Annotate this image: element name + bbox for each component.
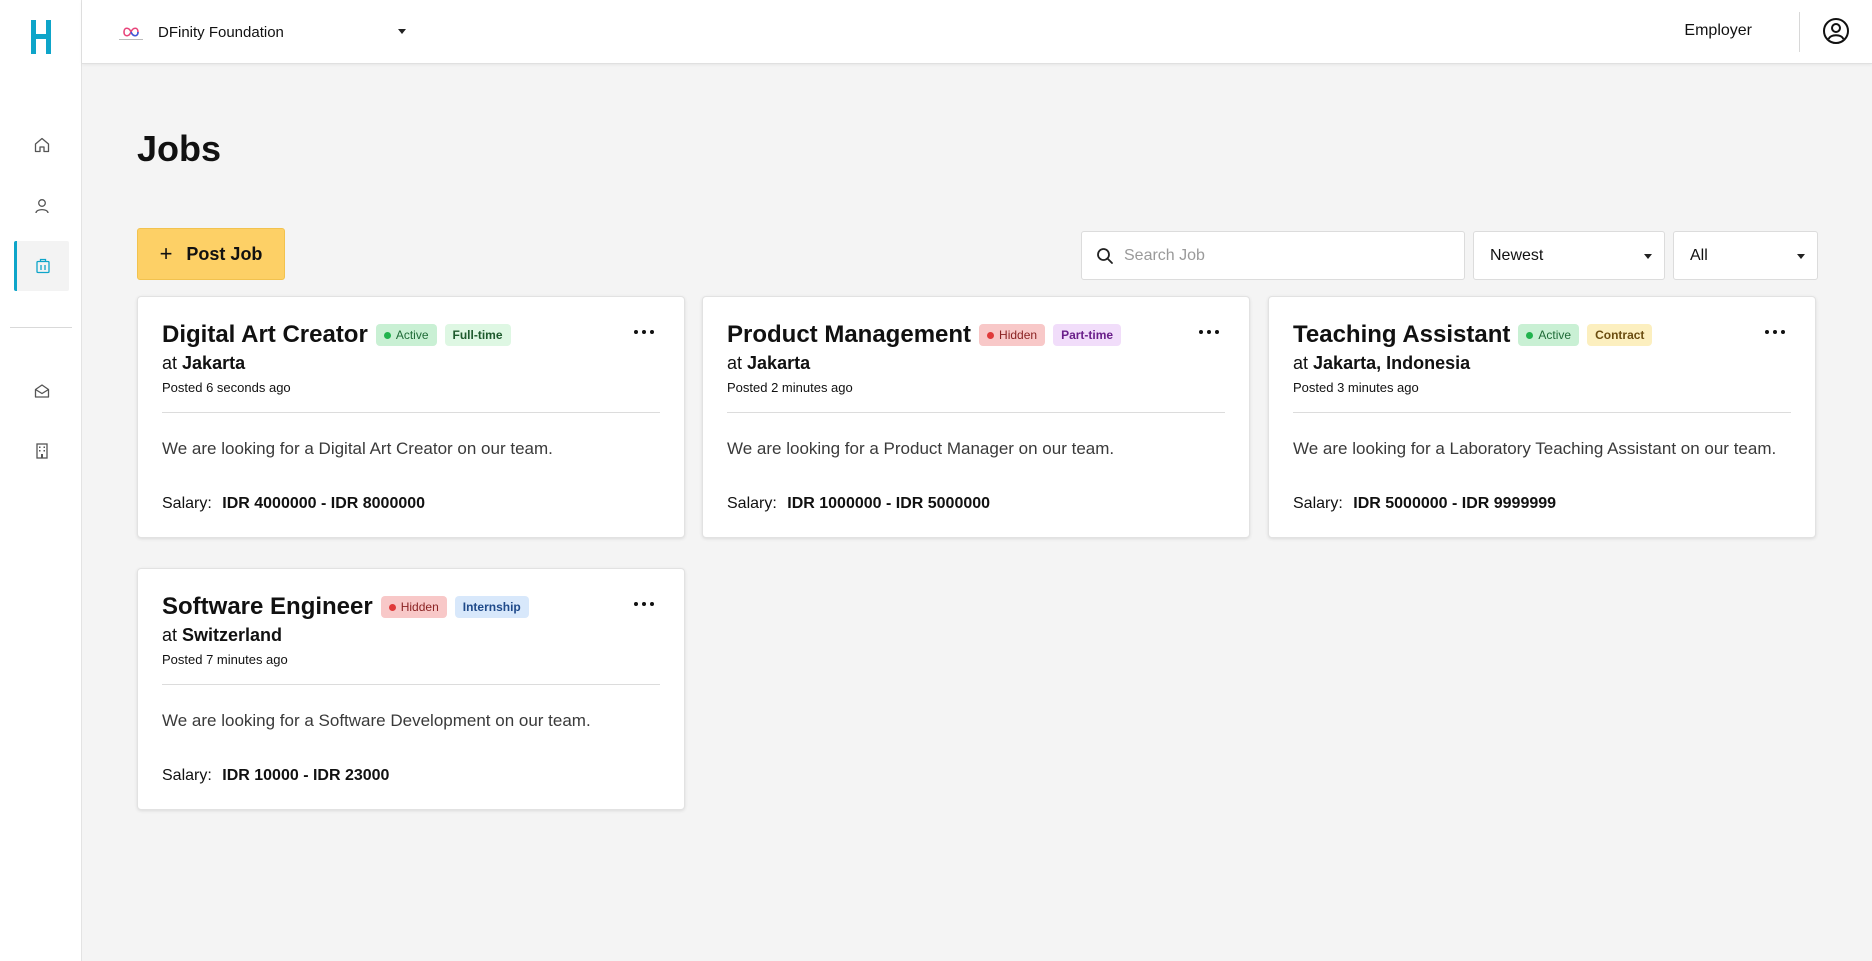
filter-select[interactable]: All: [1673, 231, 1818, 280]
organization-name: DFinity Foundation: [158, 23, 284, 41]
status-badge-label: Active: [395, 328, 429, 342]
search-box: [1081, 231, 1465, 280]
chevron-down-icon: [1797, 254, 1805, 259]
salary-value: IDR 4000000 - IDR 8000000: [222, 495, 426, 512]
building-icon: [35, 443, 48, 459]
sort-select-value: Newest: [1490, 246, 1544, 264]
job-description: We are looking for a Digital Art Creator…: [162, 439, 553, 458]
job-title[interactable]: Digital Art Creator: [162, 321, 368, 349]
job-type-badge: Internship: [454, 596, 529, 618]
location-value: Jakarta: [182, 353, 246, 373]
card-divider: [162, 684, 660, 685]
job-card[interactable]: Digital Art Creator Active Full-time at …: [137, 296, 685, 538]
job-card[interactable]: Teaching Assistant Active Contract at Ja…: [1268, 296, 1816, 538]
posted-time: Posted 3 minutes ago: [1293, 380, 1419, 395]
job-card[interactable]: Software Engineer Hidden Internship at S…: [137, 568, 685, 810]
job-type-badge: Part-time: [1053, 324, 1122, 346]
at-prefix: at: [1293, 353, 1309, 373]
more-options-icon[interactable]: [634, 327, 654, 337]
job-location: at Jakarta, Indonesia: [1293, 353, 1791, 374]
chevron-down-icon: [1644, 254, 1652, 259]
account-circle-icon: [1823, 18, 1849, 44]
status-badge-label: Active: [1538, 328, 1572, 342]
chevron-down-icon: [398, 29, 406, 34]
status-badge-label: Hidden: [400, 600, 439, 614]
job-location: at Jakarta: [162, 353, 660, 374]
location-value: Jakarta, Indonesia: [1313, 353, 1471, 373]
card-divider: [162, 412, 660, 413]
page-title: Jobs: [137, 128, 222, 169]
post-job-button[interactable]: + Post Job: [137, 228, 285, 280]
job-title[interactable]: Product Management: [727, 321, 971, 349]
salary-label: Salary:: [162, 767, 212, 784]
salary-value: IDR 1000000 - IDR 5000000: [787, 495, 991, 512]
account-button[interactable]: [1822, 17, 1850, 45]
user-icon: [34, 199, 49, 214]
job-salary: Salary: IDR 10000 - IDR 23000: [162, 767, 660, 809]
job-title[interactable]: Teaching Assistant: [1293, 321, 1510, 349]
more-options-icon[interactable]: [1199, 327, 1219, 337]
status-badge: Active: [375, 324, 437, 346]
more-options-icon[interactable]: [1765, 327, 1785, 337]
role-label[interactable]: Employer: [1684, 22, 1752, 40]
status-badge: Active: [1518, 324, 1580, 346]
card-divider: [1293, 412, 1791, 413]
status-dot-icon: [383, 331, 391, 339]
sort-select[interactable]: Newest: [1473, 231, 1665, 280]
briefcase-icon: [36, 258, 50, 274]
sidebar-item-applications[interactable]: [14, 366, 69, 416]
status-dot-icon: [388, 603, 396, 611]
mail-open-icon: [34, 384, 49, 398]
app-logo[interactable]: [30, 20, 52, 54]
job-description: We are looking for a Laboratory Teaching…: [1293, 439, 1777, 458]
salary-value: IDR 10000 - IDR 23000: [222, 767, 390, 784]
location-value: Jakarta: [747, 353, 811, 373]
job-description: We are looking for a Software Developmen…: [162, 711, 591, 730]
status-badge: Hidden: [380, 596, 447, 618]
job-description: We are looking for a Product Manager on …: [727, 439, 1115, 458]
sidebar-item-home[interactable]: [14, 120, 69, 170]
sidebar-divider: [10, 327, 72, 328]
post-job-label: Post Job: [186, 243, 263, 264]
status-badge: Hidden: [979, 324, 1046, 346]
job-location: at Switzerland: [162, 625, 660, 646]
status-badge-label: Hidden: [999, 328, 1038, 342]
status-dot-icon: [987, 331, 995, 339]
posted-time: Posted 7 minutes ago: [162, 652, 288, 667]
search-input[interactable]: [1124, 246, 1444, 265]
posted-time: Posted 6 seconds ago: [162, 380, 291, 395]
job-salary: Salary: IDR 4000000 - IDR 8000000: [162, 495, 660, 537]
card-divider: [727, 412, 1225, 413]
salary-label: Salary:: [1293, 495, 1343, 512]
sidebar-item-profile[interactable]: [14, 181, 69, 231]
salary-label: Salary:: [727, 495, 777, 512]
filter-select-value: All: [1690, 246, 1708, 264]
sidebar: [0, 0, 82, 961]
top-bar: DFinity Foundation Employer: [82, 0, 1872, 64]
location-value: Switzerland: [182, 625, 283, 645]
organization-selector[interactable]: DFinity Foundation: [116, 18, 406, 46]
job-salary: Salary: IDR 5000000 - IDR 9999999: [1293, 495, 1791, 537]
job-type-badge: Contract: [1587, 324, 1653, 346]
topbar-divider: [1799, 12, 1800, 52]
search-icon: [1097, 247, 1113, 264]
at-prefix: at: [162, 625, 178, 645]
posted-time: Posted 2 minutes ago: [727, 380, 853, 395]
more-options-icon[interactable]: [634, 599, 654, 609]
sidebar-item-company[interactable]: [14, 426, 69, 476]
plus-icon: +: [159, 241, 173, 266]
at-prefix: at: [727, 353, 743, 373]
salary-value: IDR 5000000 - IDR 9999999: [1353, 495, 1557, 512]
at-prefix: at: [162, 353, 178, 373]
salary-label: Salary:: [162, 495, 212, 512]
job-type-badge: Full-time: [444, 324, 511, 346]
job-location: at Jakarta: [727, 353, 1225, 374]
home-icon: [34, 137, 49, 153]
job-title[interactable]: Software Engineer: [162, 593, 373, 621]
sidebar-item-jobs[interactable]: [14, 241, 69, 291]
job-salary: Salary: IDR 1000000 - IDR 5000000: [727, 495, 1225, 537]
status-dot-icon: [1526, 331, 1534, 339]
dfinity-logo-icon: [119, 27, 143, 40]
job-card[interactable]: Product Management Hidden Part-time at J…: [702, 296, 1250, 538]
